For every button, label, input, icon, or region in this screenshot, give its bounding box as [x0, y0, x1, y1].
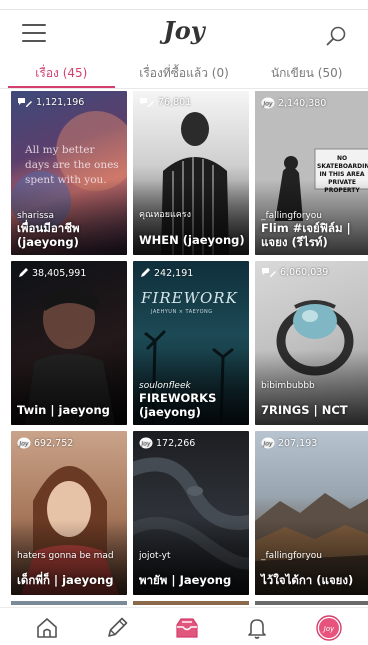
search-icon[interactable] — [324, 24, 348, 48]
view-count: Joy 207,193 — [261, 437, 317, 449]
chat-pen-icon — [140, 98, 154, 107]
story-title: ไว้ใจได้กา (แจยง) — [261, 573, 354, 587]
story-author: _fallingforyou — [261, 551, 323, 561]
chat-pen-icon — [262, 268, 276, 277]
tab-writers[interactable]: นักเขียน (50) — [245, 62, 368, 88]
view-count: Joy 2,140,380 — [261, 97, 326, 109]
story-author: _fallingforyou — [261, 211, 323, 221]
profile-avatar[interactable]: Joy — [316, 615, 342, 641]
view-count: 76,801 — [139, 97, 191, 108]
view-count-value: 172,266 — [156, 437, 196, 449]
view-count: Joy 172,266 — [139, 437, 195, 449]
pencil-icon[interactable] — [104, 615, 130, 641]
story-author: haters gonna be mad — [17, 551, 114, 561]
story-title: FIREWORKS (jaeyong) — [139, 391, 217, 419]
app-logo: Joy — [163, 16, 205, 45]
joy-icon: Joy — [261, 97, 275, 109]
story-author: soulonfleek — [139, 381, 191, 391]
svg-text:Joy: Joy — [322, 625, 335, 633]
view-count: 6,060,039 — [261, 267, 328, 278]
svg-text:Joy: Joy — [141, 441, 151, 448]
view-count-value: 1,121,196 — [36, 97, 85, 108]
tab-stories[interactable]: เรื่อง (45) — [0, 62, 123, 88]
view-count: Joy 692,752 — [17, 437, 73, 449]
view-count: 38,405,991 — [17, 267, 86, 279]
story-title: WHEN (jaeyong) — [139, 233, 245, 247]
view-count-value: 692,752 — [34, 437, 74, 449]
view-count: 1,121,196 — [17, 97, 84, 108]
bell-icon[interactable] — [244, 615, 270, 641]
svg-text:Joy: Joy — [19, 441, 29, 448]
view-count-value: 38,405,991 — [32, 267, 87, 279]
view-count-value: 6,060,039 — [280, 267, 329, 278]
tabs-divider — [0, 88, 368, 89]
story-title: เพื่อนมีอาชีพ (jaeyong) — [17, 221, 80, 249]
tab-bar: เรื่อง (45) เรื่องที่ซื้อแล้ว (0) นักเขี… — [0, 62, 368, 88]
story-author: bibimbubbb — [261, 381, 315, 391]
story-title: 7RINGS | NCT — [261, 403, 348, 417]
story-author: jojot-yt — [139, 551, 171, 561]
svg-text:Joy: Joy — [263, 101, 273, 108]
joy-icon: Joy — [17, 437, 31, 449]
story-title: Twin | jaeyong — [17, 403, 110, 417]
view-count-value: 2,140,380 — [278, 97, 327, 109]
story-author: sharissa — [17, 211, 55, 221]
cover-title-art: FIREWORK — [141, 289, 238, 307]
tab-purchased[interactable]: เรื่องที่ซื้อแล้ว (0) — [123, 62, 246, 88]
story-author: คุณหอยแครง — [139, 210, 192, 220]
story-card[interactable]: All my better days are the ones spent wi… — [11, 91, 127, 255]
home-icon[interactable] — [34, 615, 60, 641]
status-bar — [0, 0, 368, 10]
chat-pen-icon — [18, 98, 32, 107]
view-count: 242,191 — [139, 267, 193, 279]
story-card[interactable]: 6,060,039 bibimbubbb 7RINGS | NCT — [255, 261, 368, 425]
story-card[interactable]: 76,801 คุณหอยแครง WHEN (jaeyong) — [133, 91, 249, 255]
story-title: พายัพ | Jaeyong — [139, 573, 232, 587]
story-card[interactable]: Joy 172,266 jojot-yt พายัพ | Jaeyong — [133, 431, 249, 595]
inbox-icon[interactable] — [174, 615, 200, 641]
view-count-value: 242,191 — [154, 267, 194, 279]
cover-subtitle-art: JAEHYUN × TAEYONG — [151, 309, 213, 315]
story-card[interactable]: 38,405,991 Twin | jaeyong — [11, 261, 127, 425]
story-card[interactable]: Joy 207,193 _fallingforyou ไว้ใจได้กา (แ… — [255, 431, 368, 595]
pen-icon — [19, 268, 28, 277]
svg-text:Joy: Joy — [263, 441, 273, 448]
bottom-navigation: Joy — [0, 607, 368, 645]
story-card[interactable]: FIREWORK JAEHYUN × TAEYONG 242,191 soulo… — [133, 261, 249, 425]
story-title: เด็กพี่ก็ | jaeyong — [17, 573, 114, 587]
joy-icon: Joy — [139, 437, 153, 449]
pen-icon — [141, 268, 150, 277]
story-title: Flim #เจย์ฟิล์ม | แจยง (รีไรท์) — [261, 221, 351, 249]
story-card[interactable]: NO SKATEBOARDING IN THIS AREA PRIVATE PR… — [255, 91, 368, 255]
next-row-peek — [11, 601, 368, 605]
joy-icon: Joy — [261, 437, 275, 449]
view-count-value: 76,801 — [158, 97, 192, 108]
view-count-value: 207,193 — [278, 437, 318, 449]
app-header: Joy — [0, 12, 368, 58]
story-card[interactable]: Joy 692,752 haters gonna be mad เด็กพี่ก… — [11, 431, 127, 595]
